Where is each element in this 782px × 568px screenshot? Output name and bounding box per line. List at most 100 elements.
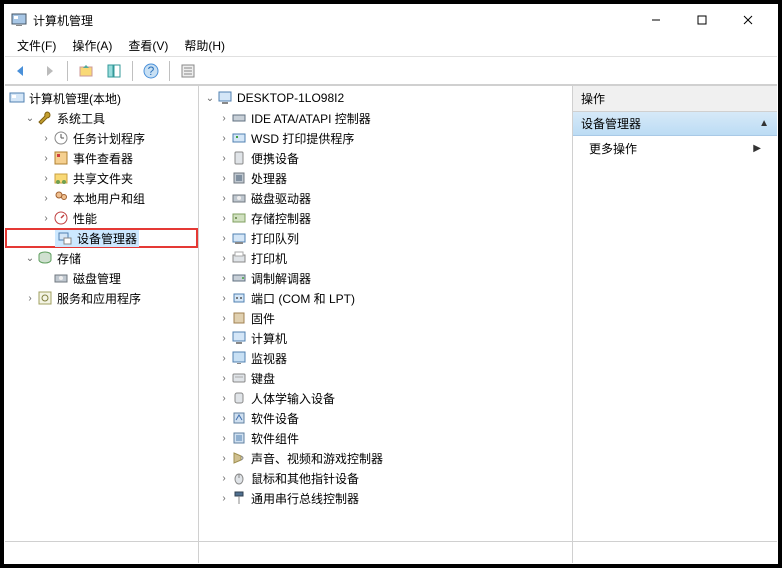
expand-icon[interactable]: › xyxy=(217,293,231,304)
actions-header: 操作 xyxy=(573,86,777,112)
expand-icon[interactable]: › xyxy=(217,333,231,344)
expand-icon[interactable]: › xyxy=(217,433,231,444)
close-button[interactable] xyxy=(725,5,771,35)
hid-icon xyxy=(231,390,247,406)
expand-icon[interactable]: › xyxy=(217,413,231,424)
expand-icon[interactable]: › xyxy=(217,453,231,464)
device-tree-panel[interactable]: ⌄ DESKTOP-1LO98I2 ›IDE ATA/ATAPI 控制器›WSD… xyxy=(199,86,573,541)
device-category[interactable]: ›便携设备 xyxy=(199,148,572,168)
toolbar-separator xyxy=(67,61,68,81)
status-segment xyxy=(199,542,573,563)
expand-icon[interactable]: › xyxy=(217,113,231,124)
window-title: 计算机管理 xyxy=(33,12,633,29)
expand-icon[interactable]: › xyxy=(23,293,37,304)
device-root[interactable]: ⌄ DESKTOP-1LO98I2 xyxy=(199,88,572,108)
expand-icon[interactable]: › xyxy=(217,233,231,244)
device-category[interactable]: ›打印机 xyxy=(199,248,572,268)
device-category[interactable]: ›打印队列 xyxy=(199,228,572,248)
tree-storage[interactable]: ⌄ 存储 xyxy=(5,248,198,268)
tree-event-viewer[interactable]: › 事件查看器 xyxy=(5,148,198,168)
device-category[interactable]: ›WSD 打印提供程序 xyxy=(199,128,572,148)
collapse-icon[interactable]: ▲ xyxy=(759,118,769,129)
device-category[interactable]: ›存储控制器 xyxy=(199,208,572,228)
tree-shared-folders[interactable]: › 共享文件夹 xyxy=(5,168,198,188)
device-category[interactable]: ›IDE ATA/ATAPI 控制器 xyxy=(199,108,572,128)
usb-icon xyxy=(231,490,247,506)
device-category[interactable]: ›调制解调器 xyxy=(199,268,572,288)
collapse-icon[interactable]: ⌄ xyxy=(23,113,37,124)
device-category[interactable]: ›监视器 xyxy=(199,348,572,368)
audio-icon xyxy=(231,450,247,466)
tree-task-scheduler[interactable]: › 任务计划程序 xyxy=(5,128,198,148)
expand-icon[interactable]: › xyxy=(217,313,231,324)
expand-icon[interactable]: › xyxy=(217,393,231,404)
tree-services-apps[interactable]: › 服务和应用程序 xyxy=(5,288,198,308)
tree-root[interactable]: 计算机管理(本地) xyxy=(5,88,198,108)
device-category[interactable]: ›处理器 xyxy=(199,168,572,188)
left-tree-panel[interactable]: 计算机管理(本地) ⌄ 系统工具 › 任务计划程序 › 事件查看器 › 共享文件… xyxy=(5,86,199,541)
properties-button[interactable] xyxy=(176,60,200,82)
expand-icon[interactable]: › xyxy=(217,173,231,184)
tree-device-manager[interactable]: 设备管理器 xyxy=(5,228,198,248)
firmware-icon xyxy=(231,310,247,326)
actions-more[interactable]: 更多操作 ▶ xyxy=(573,136,777,161)
menu-help[interactable]: 帮助(H) xyxy=(176,35,233,56)
expand-icon[interactable]: › xyxy=(39,213,53,224)
expand-icon[interactable]: › xyxy=(217,373,231,384)
show-hide-tree-button[interactable] xyxy=(102,60,126,82)
window-controls xyxy=(633,5,771,35)
toolbar-separator xyxy=(169,61,170,81)
disk-icon xyxy=(53,270,69,286)
device-category[interactable]: ›固件 xyxy=(199,308,572,328)
actions-panel: 操作 设备管理器 ▲ 更多操作 ▶ xyxy=(573,86,777,541)
expand-icon[interactable]: › xyxy=(217,273,231,284)
expand-icon[interactable]: › xyxy=(39,133,53,144)
expand-icon[interactable]: › xyxy=(39,193,53,204)
expand-icon[interactable]: › xyxy=(217,213,231,224)
cpu-icon xyxy=(231,170,247,186)
device-category[interactable]: ›端口 (COM 和 LPT) xyxy=(199,288,572,308)
device-category[interactable]: ›计算机 xyxy=(199,328,572,348)
expand-icon[interactable]: › xyxy=(217,253,231,264)
collapse-icon[interactable]: ⌄ xyxy=(23,253,37,264)
portable-device-icon xyxy=(231,150,247,166)
device-category[interactable]: ›鼠标和其他指针设备 xyxy=(199,468,572,488)
device-category[interactable]: ›人体学输入设备 xyxy=(199,388,572,408)
expand-icon[interactable]: › xyxy=(217,473,231,484)
device-category[interactable]: ›软件设备 xyxy=(199,408,572,428)
back-button[interactable] xyxy=(9,60,33,82)
tree-disk-mgmt[interactable]: 磁盘管理 xyxy=(5,268,198,288)
expand-icon[interactable]: › xyxy=(217,193,231,204)
device-category[interactable]: ›键盘 xyxy=(199,368,572,388)
expand-icon[interactable]: › xyxy=(39,173,53,184)
software-device-icon xyxy=(231,410,247,426)
menu-view[interactable]: 查看(V) xyxy=(120,35,176,56)
forward-button[interactable] xyxy=(37,60,61,82)
up-button[interactable] xyxy=(74,60,98,82)
expand-icon[interactable]: › xyxy=(39,153,53,164)
performance-icon xyxy=(53,210,69,226)
actions-section[interactable]: 设备管理器 ▲ xyxy=(573,112,777,136)
menu-action[interactable]: 操作(A) xyxy=(64,35,120,56)
tree-performance[interactable]: › 性能 xyxy=(5,208,198,228)
printer-icon xyxy=(231,250,247,266)
expand-icon[interactable]: › xyxy=(217,493,231,504)
menu-file[interactable]: 文件(F) xyxy=(9,35,64,56)
device-category[interactable]: ›磁盘驱动器 xyxy=(199,188,572,208)
expand-icon[interactable]: › xyxy=(217,133,231,144)
titlebar: 计算机管理 xyxy=(5,5,777,35)
svg-text:?: ? xyxy=(148,64,155,78)
device-manager-icon xyxy=(57,230,73,246)
toolbar: ? xyxy=(5,57,777,85)
maximize-button[interactable] xyxy=(679,5,725,35)
help-button[interactable]: ? xyxy=(139,60,163,82)
tree-local-users[interactable]: › 本地用户和组 xyxy=(5,188,198,208)
expand-icon[interactable]: › xyxy=(217,153,231,164)
device-category[interactable]: ›声音、视频和游戏控制器 xyxy=(199,448,572,468)
expand-icon[interactable]: › xyxy=(217,353,231,364)
minimize-button[interactable] xyxy=(633,5,679,35)
collapse-icon[interactable]: ⌄ xyxy=(203,93,217,104)
device-category[interactable]: ›软件组件 xyxy=(199,428,572,448)
device-category[interactable]: ›通用串行总线控制器 xyxy=(199,488,572,508)
tree-system-tools[interactable]: ⌄ 系统工具 xyxy=(5,108,198,128)
